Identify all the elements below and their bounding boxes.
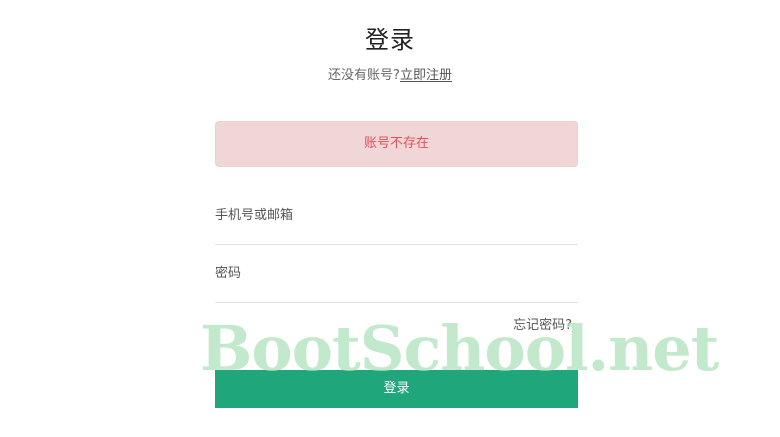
forgot-password-link[interactable]: 忘记密码? bbox=[470, 314, 572, 333]
password-field-container bbox=[215, 245, 578, 303]
register-link[interactable]: 立即注册 bbox=[400, 68, 452, 83]
account-field-container bbox=[215, 187, 578, 245]
register-prompt-text: 还没有账号? bbox=[328, 68, 400, 83]
password-input[interactable] bbox=[215, 245, 578, 302]
register-prompt: 还没有账号?立即注册 bbox=[0, 64, 780, 83]
account-input[interactable] bbox=[215, 187, 578, 244]
page-title: 登录 bbox=[365, 26, 415, 54]
error-alert: 账号不存在 bbox=[215, 121, 578, 167]
login-button[interactable]: 登录 bbox=[215, 370, 578, 408]
